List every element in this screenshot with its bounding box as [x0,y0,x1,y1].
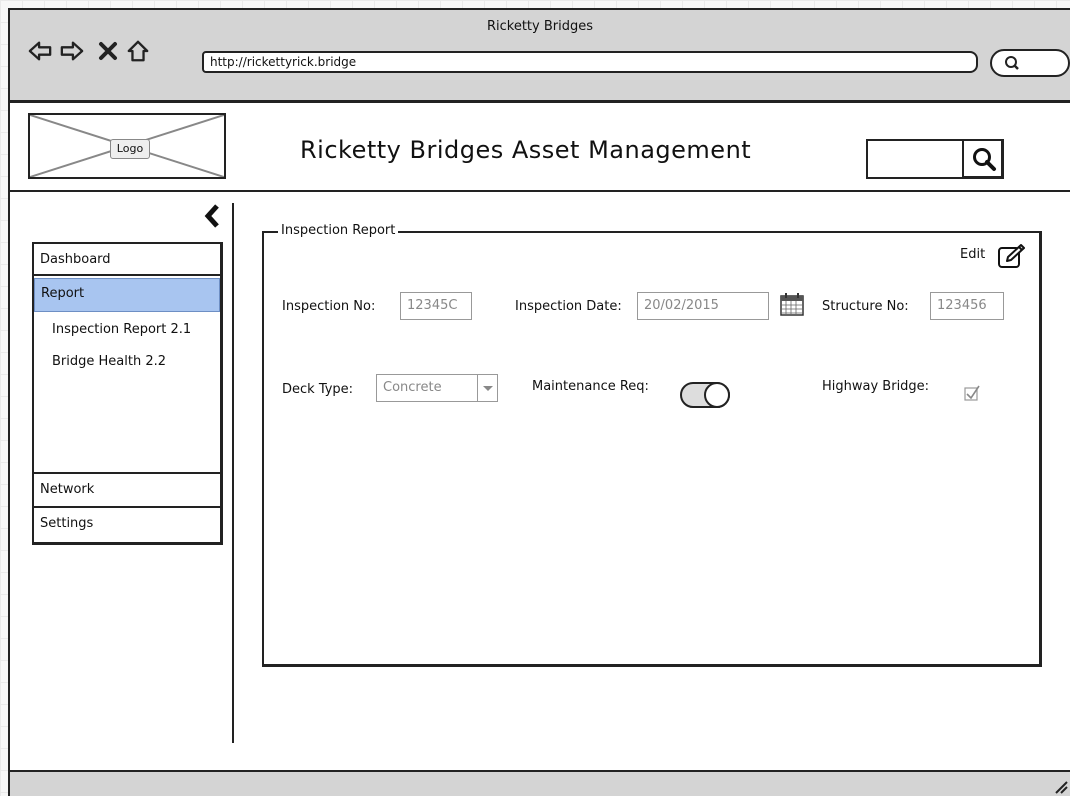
browser-chrome: Ricketty Bridges http://rickettyrick.bri… [10,10,1070,103]
inspection-no-field[interactable]: 12345C [400,292,472,320]
maintenance-req-toggle[interactable] [680,382,730,408]
browser-search-field[interactable] [990,49,1070,77]
deck-type-label: Deck Type: [282,382,354,397]
status-bar [10,770,1070,796]
toggle-knob [704,382,730,408]
search-button[interactable] [962,139,1004,179]
sidebar-item-settings[interactable]: Settings [34,506,220,540]
sidebar-item-network[interactable]: Network [34,472,220,506]
edit-pencil-icon[interactable] [997,243,1027,269]
stop-icon[interactable] [96,39,120,63]
address-bar[interactable]: http://rickettyrick.bridge [202,51,978,73]
logo-placeholder: Logo [28,113,226,179]
chevron-down-icon[interactable] [477,375,497,401]
chevron-left-icon[interactable] [203,203,221,229]
maintenance-req-label: Maintenance Req: [532,379,649,394]
sidebar-nav: Dashboard Report Inspection Report 2.1 B… [32,242,223,545]
sidebar-item-report[interactable]: Report [34,278,220,312]
highway-bridge-checkbox[interactable] [964,385,980,401]
app-header: Logo Ricketty Bridges Asset Management [10,103,1070,192]
inspection-no-label: Inspection No: [282,299,376,314]
forward-arrow-icon[interactable] [60,39,84,63]
home-icon[interactable] [126,39,150,63]
highway-bridge-label: Highway Bridge: [822,379,930,394]
sidebar-divider [232,203,234,743]
panel-legend: Inspection Report [278,223,399,238]
search-icon [1005,56,1019,70]
back-arrow-icon[interactable] [28,39,52,63]
structure-no-label: Structure No: [822,299,909,314]
inspection-report-panel: Inspection Report Edit Inspection No: 12… [262,223,1042,667]
resize-handle-icon[interactable] [1054,780,1068,794]
edit-link[interactable]: Edit [960,247,985,262]
sidebar-subitem-bridge-health[interactable]: Bridge Health 2.2 [52,354,166,369]
sidebar-item-dashboard[interactable]: Dashboard [34,244,220,276]
search-icon [973,148,996,171]
inspection-date-field[interactable]: 20/02/2015 [637,292,769,320]
browser-window: Ricketty Bridges http://rickettyrick.bri… [8,8,1070,796]
window-title: Ricketty Bridges [486,19,594,34]
structure-no-field[interactable]: 123456 [930,292,1004,320]
sidebar-subitem-inspection-report[interactable]: Inspection Report 2.1 [52,322,191,337]
deck-type-select[interactable]: Concrete [376,374,498,402]
inspection-date-label: Inspection Date: [515,299,622,314]
search-input[interactable] [866,139,1004,179]
deck-type-value: Concrete [383,380,442,395]
calendar-icon[interactable] [780,291,804,317]
logo-label: Logo [110,139,150,159]
page-title: Ricketty Bridges Asset Management [300,136,752,164]
